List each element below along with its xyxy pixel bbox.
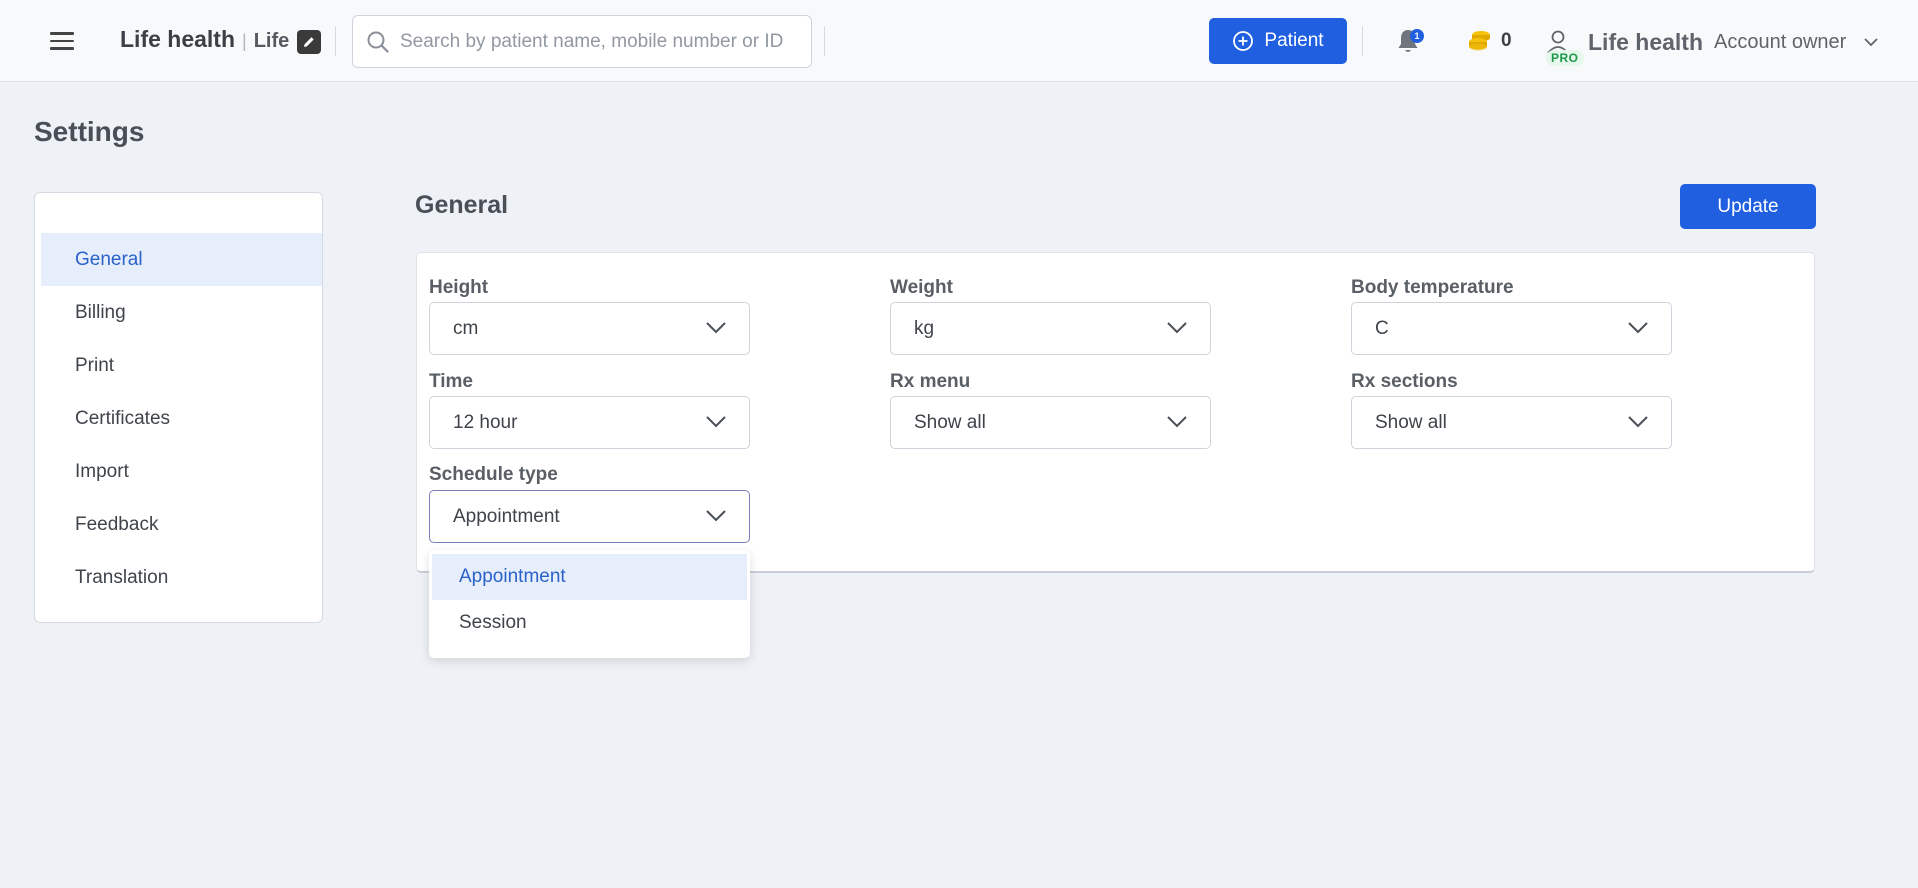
notification-bell-icon[interactable]: 1: [1395, 27, 1425, 57]
chevron-down-icon: [1628, 322, 1648, 334]
search-input[interactable]: [400, 30, 800, 53]
dropdown-option-appointment[interactable]: Appointment: [432, 554, 747, 600]
body-temperature-unit-value: C: [1375, 317, 1389, 339]
brand: Life health | Life: [120, 26, 289, 53]
schedule-type-select[interactable]: Appointment: [429, 490, 750, 543]
rx-menu-label: Rx menu: [890, 371, 971, 392]
rx-sections-select[interactable]: Show all: [1351, 396, 1672, 449]
settings-sidebar: General Billing Print Certificates Impor…: [34, 192, 323, 623]
chevron-down-icon: [706, 416, 726, 428]
brand-short-name: Life: [253, 30, 290, 52]
coins-balance[interactable]: 0: [1467, 28, 1512, 54]
patient-search-box[interactable]: [352, 15, 812, 68]
sidebar-item-import[interactable]: Import: [41, 445, 322, 498]
search-icon: [367, 31, 389, 53]
notification-count-badge: 1: [1410, 29, 1424, 43]
rx-menu-select[interactable]: Show all: [890, 396, 1211, 449]
rx-sections-label: Rx sections: [1351, 371, 1458, 392]
time-format-select[interactable]: 12 hour: [429, 396, 750, 449]
top-header: Life health | Life Patient 1 0 Life heal…: [0, 0, 1918, 82]
chevron-down-icon: [706, 322, 726, 334]
chevron-down-icon: [1864, 38, 1878, 47]
header-divider: [335, 26, 336, 56]
coins-count: 0: [1501, 30, 1512, 51]
height-unit-select[interactable]: cm: [429, 302, 750, 355]
page-title: Settings: [34, 116, 145, 147]
schedule-type-value: Appointment: [453, 505, 560, 527]
sidebar-item-print[interactable]: Print: [41, 339, 322, 392]
schedule-type-dropdown: Appointment Session: [429, 550, 750, 658]
header-divider: [824, 26, 825, 56]
sidebar-item-feedback[interactable]: Feedback: [41, 498, 322, 551]
sidebar-item-billing[interactable]: Billing: [41, 286, 322, 339]
weight-unit-select[interactable]: kg: [890, 302, 1211, 355]
account-menu[interactable]: Life health Account owner: [1545, 22, 1879, 62]
time-format-value: 12 hour: [453, 411, 518, 433]
chevron-down-icon: [1167, 322, 1187, 334]
brand-name: Life health: [120, 26, 236, 52]
account-name: Life health: [1588, 28, 1704, 55]
weight-label: Weight: [890, 277, 953, 298]
chevron-down-icon: [706, 510, 726, 522]
rx-menu-value: Show all: [914, 411, 986, 433]
schedule-type-label: Schedule type: [429, 464, 558, 485]
body-temperature-unit-select[interactable]: C: [1351, 302, 1672, 355]
update-button[interactable]: Update: [1680, 184, 1816, 229]
coins-icon: [1469, 31, 1490, 51]
chevron-down-icon: [1167, 416, 1187, 428]
brand-separator: |: [242, 31, 247, 51]
sidebar-item-translation[interactable]: Translation: [41, 551, 322, 604]
hamburger-menu-icon[interactable]: [44, 26, 80, 56]
plus-circle-icon: [1233, 31, 1254, 51]
sidebar-item-certificates[interactable]: Certificates: [41, 392, 322, 445]
pro-badge: PRO: [1546, 50, 1584, 66]
sidebar-item-general[interactable]: General: [41, 233, 322, 286]
height-unit-value: cm: [453, 317, 479, 339]
height-label: Height: [429, 277, 489, 298]
dropdown-option-session[interactable]: Session: [432, 600, 747, 646]
body-temperature-label: Body temperature: [1351, 277, 1514, 298]
edit-pencil-icon[interactable]: [297, 30, 321, 54]
account-role: Account owner: [1714, 30, 1847, 53]
header-divider: [1362, 26, 1363, 56]
weight-unit-value: kg: [914, 317, 935, 339]
section-title: General: [415, 191, 509, 219]
chevron-down-icon: [1628, 416, 1648, 428]
add-patient-label: Patient: [1264, 30, 1324, 51]
rx-sections-value: Show all: [1375, 411, 1447, 433]
add-patient-button[interactable]: Patient: [1209, 18, 1347, 64]
time-label: Time: [429, 371, 474, 392]
